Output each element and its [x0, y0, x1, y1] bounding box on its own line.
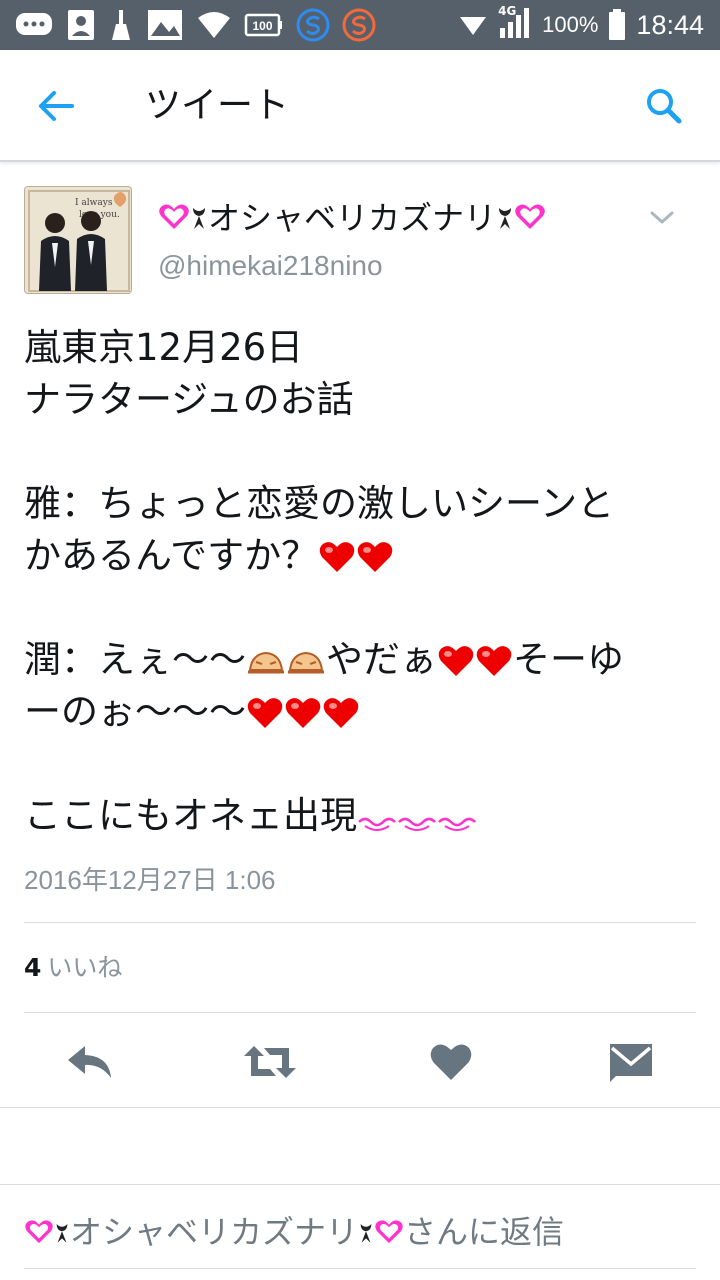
- user-handle[interactable]: @himekai218nino: [158, 246, 383, 286]
- red-heart-icon: [438, 646, 474, 676]
- pink-heart-icon: [25, 1220, 53, 1244]
- tweet-line-text: かあるんですか？: [24, 534, 319, 577]
- clock: 18:44: [636, 9, 704, 40]
- tweet-menu-button[interactable]: [644, 200, 680, 236]
- tweet-line: 雅：ちょっと恋愛の激しいシーンと: [24, 478, 684, 530]
- signal-triangle-icon: [458, 13, 488, 37]
- retweet-icon: [244, 1046, 296, 1078]
- reply-button[interactable]: [62, 1034, 118, 1090]
- reply-prompt-suffix: さんに返信: [404, 1213, 565, 1251]
- battery-percent: 100%: [542, 12, 599, 37]
- divider: [0, 1184, 720, 1185]
- embarrassed-face-icon: [248, 651, 284, 674]
- tweet-line: ナラタージュのお話: [24, 374, 684, 426]
- divider: [24, 1012, 696, 1013]
- ribbon-icon: [499, 208, 512, 229]
- like-button[interactable]: [423, 1034, 479, 1090]
- red-heart-icon: [285, 698, 321, 728]
- system-indicators: 4G 100% 18:44: [458, 0, 704, 50]
- status-bar: 100 4G 100% 18:44: [0, 0, 720, 50]
- search-icon: [647, 89, 682, 124]
- chevron-down-icon: [650, 211, 674, 224]
- search-button[interactable]: [638, 80, 690, 132]
- pink-wavy-emoji-icon: [438, 817, 476, 831]
- like-icon: [430, 1044, 472, 1080]
- ribbon-icon: [56, 1224, 68, 1243]
- tweet-line-text: 雅：ちょっと恋愛の激しいシーンと: [24, 482, 615, 525]
- pink-heart-icon: [375, 1220, 403, 1244]
- retweet-button[interactable]: [242, 1034, 298, 1090]
- display-name[interactable]: オシャベリカズナリ: [158, 196, 546, 240]
- pink-wavy-emoji-icon: [398, 817, 436, 831]
- wifi-icon: [196, 10, 232, 40]
- divider: [24, 922, 696, 923]
- gallery-icon: [146, 8, 184, 42]
- tweet-line: ここにもオネェ出現: [24, 790, 684, 842]
- divider: [0, 1107, 720, 1108]
- tweet-timestamp: 2016年12月27日 1:06: [24, 865, 276, 895]
- likes-number: 4: [24, 953, 42, 982]
- reply-prompt-name: オシャベリカズナリ: [70, 1213, 359, 1251]
- s-app-orange-icon: [342, 8, 376, 42]
- tweet-line-text: ナラタージュのお話: [24, 378, 354, 421]
- tweet-line: 嵐東京12月26日: [24, 322, 684, 374]
- tweet-line-text: そーゆ: [513, 638, 624, 681]
- red-heart-icon: [357, 542, 393, 572]
- notification-icons: 100: [14, 0, 376, 50]
- cellular-signal-icon: 4G: [498, 4, 532, 44]
- ribbon-icon: [193, 208, 205, 229]
- avatar[interactable]: I always love you.: [24, 186, 132, 294]
- pink-wavy-emoji-icon: [358, 817, 396, 831]
- reply-input[interactable]: オシャベリカズナリ さんに返信: [24, 1210, 564, 1254]
- likes-label: いいね: [47, 953, 123, 982]
- profile-photo: I always love you.: [25, 187, 131, 293]
- tweet-line-text: ここにもオネェ出現: [24, 794, 357, 837]
- tweet-line: 潤：えぇ〜〜 やだぁ そーゆ: [24, 634, 684, 686]
- ribbon-icon: [360, 1224, 372, 1243]
- tweet-text: 嵐東京12月26日 ナラタージュのお話 雅：ちょっと恋愛の激しいシーンと かある…: [24, 322, 684, 842]
- pink-heart-icon: [515, 204, 545, 229]
- tweet-line-text: ーのぉ〜〜〜: [24, 690, 246, 733]
- contacts-icon: [66, 8, 96, 42]
- pink-heart-icon: [159, 204, 189, 229]
- tweet-line-text: 潤：えぇ〜〜: [24, 638, 246, 681]
- battery-saver-label: 100: [252, 19, 272, 33]
- avatar-caption-1: I always: [75, 198, 113, 208]
- divider: [24, 1268, 696, 1269]
- tweet-line: ーのぉ〜〜〜: [24, 686, 684, 738]
- tweet-line: かあるんですか？: [24, 530, 684, 582]
- red-heart-icon: [323, 698, 359, 728]
- red-heart-icon: [476, 646, 512, 676]
- page-title: ツイート: [145, 85, 290, 126]
- reply-icon: [68, 1046, 111, 1078]
- app-header: ツイート: [0, 50, 720, 162]
- back-button[interactable]: [30, 80, 82, 132]
- display-name-text: オシャベリカズナリ: [208, 199, 497, 237]
- s-app-blue-icon: [296, 8, 330, 42]
- chat-bubble-icon: [14, 10, 54, 40]
- direct-message-button[interactable]: [603, 1034, 659, 1090]
- direct-message-icon: [610, 1044, 652, 1082]
- arrow-left-icon: [39, 91, 74, 121]
- likes-count[interactable]: 4 いいね: [24, 950, 122, 986]
- tweet-line-text: 嵐東京12月26日: [24, 326, 304, 369]
- red-heart-icon: [247, 698, 283, 728]
- embarrassed-face-icon: [288, 651, 324, 674]
- network-type: 4G: [498, 4, 517, 18]
- battery-icon: [608, 9, 626, 41]
- battery-saver-icon: 100: [244, 11, 284, 39]
- tweet-line-text: やだぁ: [326, 638, 437, 681]
- red-heart-icon: [319, 542, 355, 572]
- cleaner-broom-icon: [108, 8, 134, 42]
